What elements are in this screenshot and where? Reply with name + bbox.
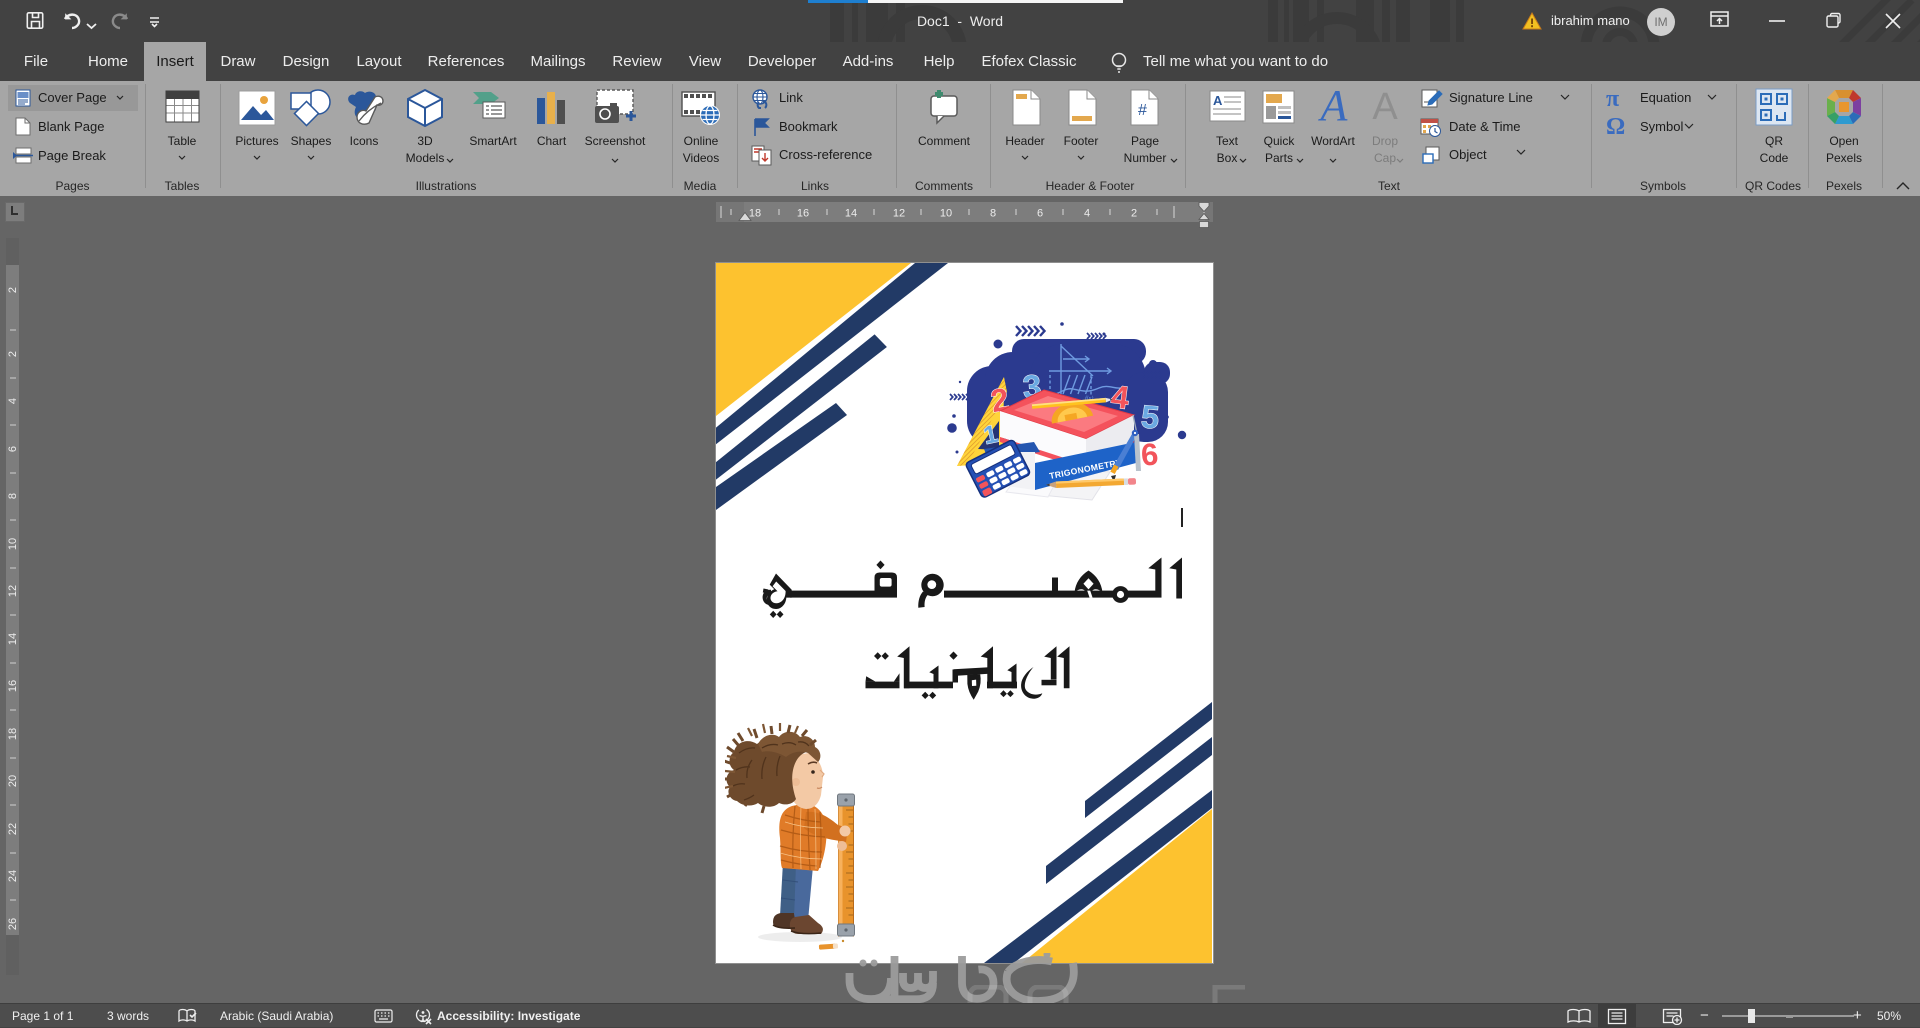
svg-text:A: A <box>1213 93 1223 108</box>
svg-text:8: 8 <box>990 208 996 220</box>
svg-text:16: 16 <box>797 208 809 220</box>
svg-text:24: 24 <box>7 870 19 882</box>
svg-text:#: # <box>1138 102 1147 119</box>
svg-text:18: 18 <box>7 728 19 740</box>
svg-text:10: 10 <box>940 208 952 220</box>
svg-text:6: 6 <box>7 446 19 452</box>
svg-text:20: 20 <box>7 775 19 787</box>
svg-text:2: 2 <box>1131 208 1137 220</box>
svg-text:4: 4 <box>1084 208 1090 220</box>
svg-text:8: 8 <box>7 493 19 499</box>
svg-text:5: 5 <box>1140 398 1161 435</box>
svg-text:6: 6 <box>1037 208 1043 220</box>
svg-text:18: 18 <box>749 208 761 220</box>
svg-text:14: 14 <box>845 208 857 220</box>
svg-text:26: 26 <box>7 918 19 930</box>
svg-text:6: 6 <box>1140 436 1160 472</box>
svg-text:14: 14 <box>7 633 19 645</box>
svg-text:22: 22 <box>7 823 19 835</box>
svg-text:10: 10 <box>7 538 19 550</box>
svg-text:12: 12 <box>7 585 19 597</box>
svg-text:4: 4 <box>7 398 19 404</box>
svg-text:12: 12 <box>893 208 905 220</box>
svg-text:16: 16 <box>7 680 19 692</box>
svg-text:2: 2 <box>7 287 19 293</box>
svg-text:2: 2 <box>7 351 19 357</box>
